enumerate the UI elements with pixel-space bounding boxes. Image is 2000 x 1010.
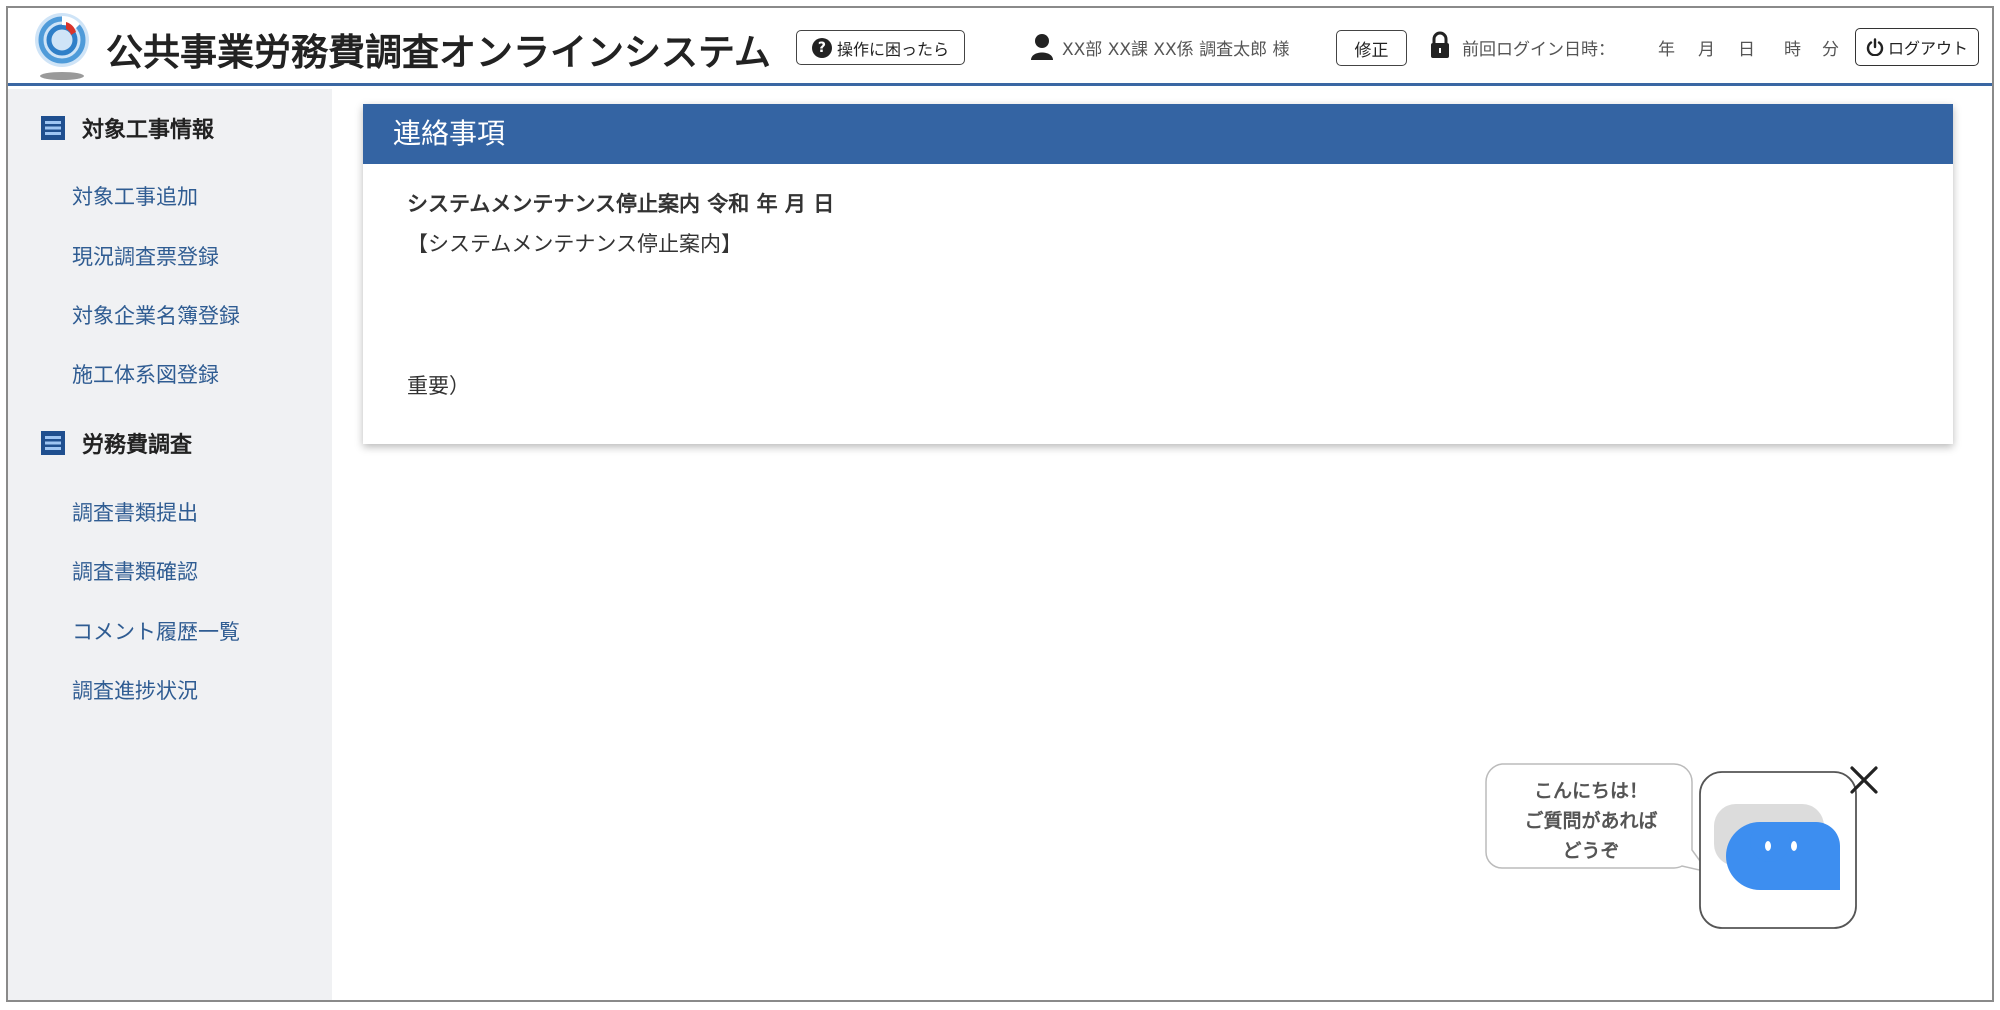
chatbot-line-2: ご質問があれば (1524, 810, 1658, 832)
chatbot-speech-bubble: こんにちは！ ご質問があれば どうぞ (1484, 762, 1714, 888)
sidebar-item-system-chart[interactable]: 施工体系図登録 (72, 359, 219, 389)
notice-title: システムメンテナンス停止案内 令和 年 月 日 (407, 192, 835, 216)
notice-card: 連絡事項 システムメンテナンス停止案内 令和 年 月 日 【システムメンテナンス… (363, 104, 1953, 444)
last-login-label: 前回ログイン日時： (1462, 40, 1615, 60)
app-window: 公共事業労務費調査オンラインシステム ? 操作に困ったら XX部 XX課 XX係… (6, 6, 1994, 1002)
sidebar-item-survey-register[interactable]: 現況調査票登録 (72, 241, 219, 271)
year-unit: 年 (1658, 40, 1675, 60)
lock-icon (1431, 31, 1449, 58)
sidebar-section-title: 対象工事情報 (82, 118, 215, 143)
power-icon (1866, 38, 1884, 56)
header: 公共事業労務費調査オンラインシステム ? 操作に困ったら XX部 XX課 XX係… (8, 8, 1992, 86)
help-button-label: 操作に困ったら (836, 39, 949, 59)
sidebar-item-progress[interactable]: 調査進捗状況 (72, 675, 198, 705)
chatbot-icon[interactable] (1698, 770, 1858, 930)
sidebar-section-construction: 対象工事情報 (40, 112, 214, 144)
chatbot-line-1: こんにちは！ (1533, 780, 1648, 802)
notice-important: 重要） (407, 374, 470, 398)
chatbot-greeting: こんにちは！ ご質問があれば どうぞ (1484, 776, 1698, 866)
user-icon (1031, 34, 1053, 60)
user-info: XX部 XX課 XX係 調査太郎 様 (1062, 40, 1290, 60)
notice-heading: 連絡事項 (363, 104, 1953, 164)
sidebar-item-confirm-docs[interactable]: 調査書類確認 (72, 556, 198, 586)
list-icon (41, 116, 65, 140)
question-circle-icon: ? (811, 37, 832, 58)
hour-unit: 時 (1784, 40, 1801, 60)
sidebar: 対象工事情報 対象工事追加 現況調査票登録 対象企業名簿登録 施工体系図登録 労… (8, 89, 332, 1000)
sidebar-item-submit-docs[interactable]: 調査書類提出 (72, 497, 198, 527)
sidebar-item-company-register[interactable]: 対象企業名簿登録 (72, 300, 240, 330)
edit-button[interactable]: 修正 (1336, 30, 1407, 66)
minute-unit: 分 (1822, 40, 1839, 60)
logout-button[interactable]: ログアウト (1855, 28, 1979, 66)
sidebar-item-comment-history[interactable]: コメント履歴一覧 (72, 616, 240, 646)
logout-label: ログアウト (1887, 39, 1968, 58)
notice-subtitle: 【システムメンテナンス停止案内】 (407, 232, 742, 256)
day-unit: 日 (1738, 40, 1755, 60)
help-button[interactable]: ? 操作に困ったら (796, 30, 965, 65)
list-icon (41, 431, 65, 455)
sidebar-section-title: 労務費調査 (82, 433, 193, 458)
close-icon[interactable] (1846, 762, 1882, 798)
logo-icon (35, 13, 89, 80)
sidebar-item-add-construction[interactable]: 対象工事追加 (72, 181, 198, 211)
month-unit: 月 (1698, 40, 1715, 60)
chatbot-line-3: どうぞ (1562, 840, 1620, 862)
app-title: 公共事業労務費調査オンラインシステム (106, 31, 771, 74)
sidebar-section-labor: 労務費調査 (40, 427, 192, 459)
